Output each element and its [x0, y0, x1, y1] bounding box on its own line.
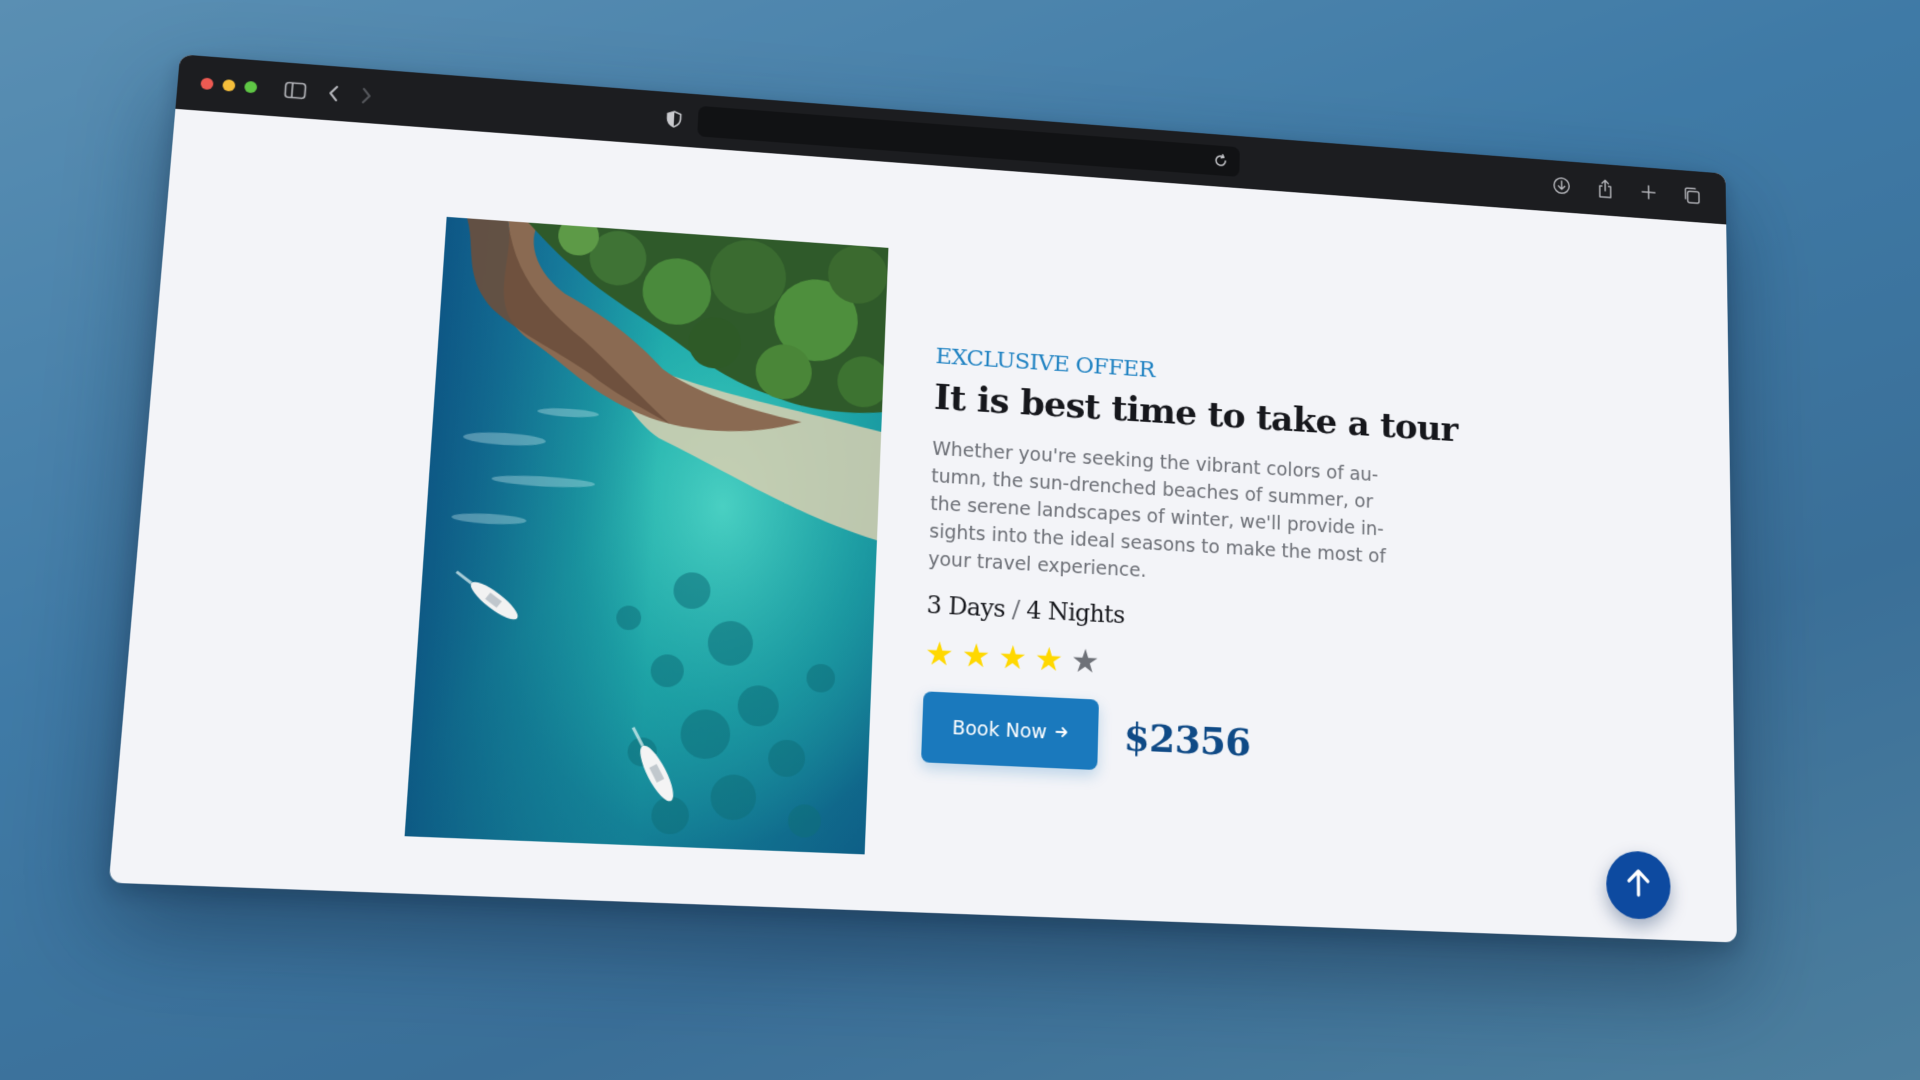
minimize-window-button[interactable] — [222, 79, 236, 92]
window-controls — [200, 77, 258, 94]
browser-window: EXCLUSIVE OFFER It is best time to take … — [108, 54, 1737, 943]
offer-description: Whether you're seeking the vibrant color… — [927, 437, 1386, 582]
page-content: EXCLUSIVE OFFER It is best time to take … — [109, 109, 1737, 943]
share-icon[interactable] — [1594, 176, 1616, 201]
duration-separator: / — [1011, 595, 1020, 624]
star-filled-icon: ★ — [1034, 639, 1064, 679]
tabs-overview-icon[interactable] — [1681, 183, 1703, 208]
stage: EXCLUSIVE OFFER It is best time to take … — [0, 0, 1920, 1080]
arrow-right-icon — [1054, 722, 1068, 744]
arrow-up-icon — [1624, 867, 1653, 904]
shield-icon[interactable] — [664, 108, 685, 130]
tour-price: $2356 — [1123, 713, 1251, 765]
reload-icon[interactable] — [1211, 151, 1230, 171]
chevron-right-icon[interactable] — [355, 84, 377, 107]
star-filled-icon: ★ — [961, 635, 991, 676]
book-now-label: Book Now — [951, 716, 1048, 744]
rating-stars: ★ ★ ★ ★ ★ — [924, 633, 1433, 694]
star-empty-icon: ★ — [1070, 641, 1100, 681]
duration-nights: 4 Nights — [1026, 596, 1125, 630]
download-icon[interactable] — [1551, 173, 1573, 198]
star-filled-icon: ★ — [997, 637, 1028, 678]
book-now-button[interactable]: Book Now — [921, 691, 1099, 771]
close-window-button[interactable] — [200, 77, 214, 91]
sidebar-icon[interactable] — [281, 79, 310, 102]
chevron-left-icon[interactable] — [322, 82, 344, 105]
plus-icon[interactable] — [1638, 180, 1660, 205]
scroll-to-top-button[interactable] — [1606, 849, 1671, 921]
offer-panel: EXCLUSIVE OFFER It is best time to take … — [921, 344, 1458, 785]
zoom-window-button[interactable] — [244, 80, 258, 94]
aerial-view-coast-boats-icon — [404, 216, 889, 855]
star-filled-icon: ★ — [924, 633, 955, 674]
toolbar-actions — [1551, 173, 1703, 208]
duration-days: 3 Days — [926, 590, 1006, 623]
cta-row: Book Now $2356 — [921, 691, 1433, 785]
